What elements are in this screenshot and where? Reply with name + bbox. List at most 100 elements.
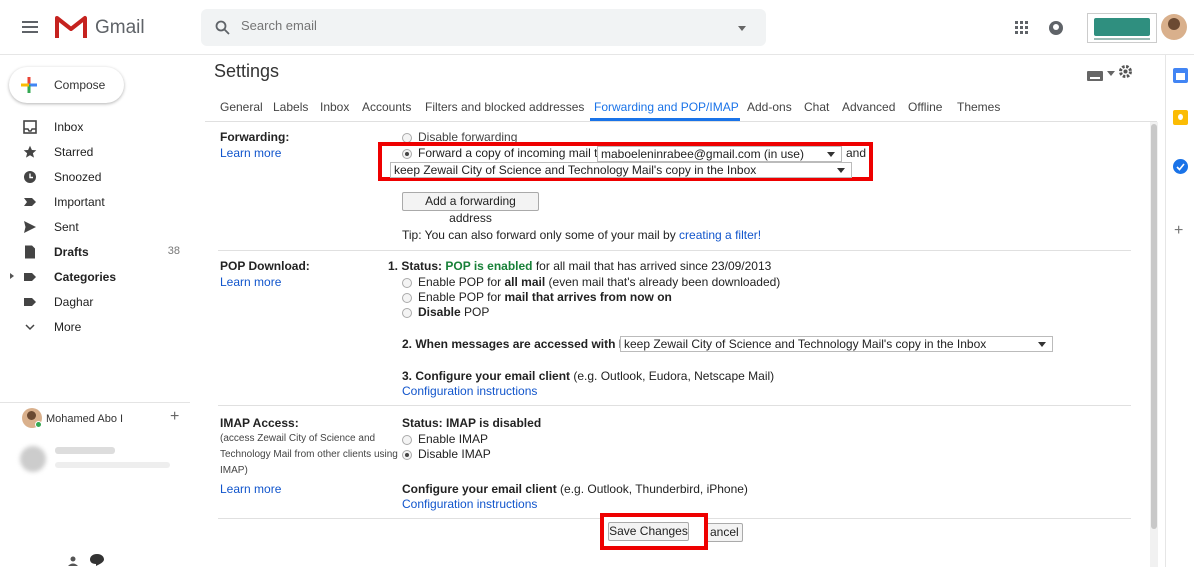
clock-icon — [24, 171, 36, 183]
imap-config-instructions-link[interactable]: Configuration instructions — [402, 497, 537, 511]
chevron-down-icon — [837, 168, 845, 173]
add-forwarding-address-button[interactable]: Add a forwarding address — [402, 192, 539, 225]
search-options-icon[interactable] — [738, 26, 746, 31]
sidebar-item-drafts[interactable]: Drafts 38 — [0, 240, 190, 265]
opt-bold: mail that arrives from now on — [504, 290, 672, 304]
search-bar[interactable] — [201, 9, 766, 46]
sidebar-item-label: Inbox — [54, 120, 84, 134]
pop-status-suffix: for all mail that has arrived since 23/0… — [532, 259, 772, 273]
label-icon — [24, 273, 36, 281]
hangouts-user-name[interactable]: Mohamed Abo I — [46, 413, 123, 425]
pop-from-now-radio[interactable] — [402, 293, 412, 303]
sidebar-item-inbox[interactable]: Inbox — [0, 115, 190, 140]
imap-subtext: Technology Mail from other clients using — [220, 449, 398, 460]
tab-themes[interactable]: Themes — [957, 100, 1000, 114]
tabs-divider — [205, 121, 1157, 122]
drafts-count: 38 — [167, 245, 180, 257]
search-icon[interactable] — [215, 20, 230, 35]
save-changes-button[interactable]: Save Changes — [608, 522, 689, 541]
pop-configure-text: 3. Configure your email client (e.g. Out… — [402, 369, 774, 383]
pop-status-prefix: 1. Status: — [388, 259, 446, 273]
add-addon-icon[interactable]: + — [1174, 222, 1183, 240]
tab-offline[interactable]: Offline — [908, 100, 942, 114]
expand-arrow-icon[interactable] — [10, 273, 14, 279]
pop-all-mail-radio[interactable] — [402, 278, 412, 288]
tab-labels[interactable]: Labels — [273, 100, 308, 114]
sidebar-item-important[interactable]: Important — [0, 190, 190, 215]
account-avatar[interactable] — [1161, 14, 1187, 40]
sidebar-item-daghar[interactable]: Daghar — [0, 290, 190, 315]
opt-suffix: POP — [460, 305, 490, 319]
chevron-down-icon — [1038, 342, 1046, 347]
cancel-button[interactable]: ancel — [705, 523, 743, 542]
gear-icon[interactable] — [1118, 64, 1133, 84]
gmail-logo-icon[interactable] — [55, 14, 87, 45]
input-tools-dropdown-icon[interactable] — [1107, 71, 1115, 76]
pop-learn-more-link[interactable]: Learn more — [220, 275, 281, 289]
tab-filters[interactable]: Filters and blocked addresses — [425, 100, 584, 114]
keep-icon[interactable] — [1173, 110, 1188, 125]
forwarding-heading: Forwarding: — [220, 130, 290, 144]
hangouts-avatar[interactable] — [22, 408, 42, 428]
calendar-icon[interactable] — [1173, 68, 1188, 83]
hangouts-icon[interactable] — [90, 554, 104, 566]
forward-address-value: maboeleninrabee@gmail.com (in use) — [601, 147, 804, 161]
organization-logo[interactable] — [1087, 13, 1157, 43]
enable-imap-label: Enable IMAP — [418, 432, 489, 446]
forward-address-select[interactable]: maboeleninrabee@gmail.com (in use) — [597, 146, 842, 162]
sidebar-item-snoozed[interactable]: Snoozed — [0, 165, 190, 190]
create-filter-link[interactable]: creating a filter! — [679, 228, 761, 242]
tab-general[interactable]: General — [220, 100, 263, 114]
apps-grid-icon[interactable] — [1015, 21, 1029, 35]
sidebar-item-more[interactable]: More — [0, 315, 190, 340]
sidebar-divider — [0, 402, 190, 403]
pop-heading: POP Download: — [220, 259, 310, 273]
tasks-icon[interactable] — [1173, 159, 1188, 174]
tab-advanced[interactable]: Advanced — [842, 100, 895, 114]
pop-disable-radio[interactable] — [402, 308, 412, 318]
app-title: Gmail — [95, 17, 145, 38]
sidebar-item-label: Sent — [54, 220, 79, 234]
add-hangout-icon[interactable]: + — [170, 408, 179, 426]
label-icon — [24, 298, 36, 306]
forwarding-tip: Tip: You can also forward only some of y… — [402, 228, 761, 242]
search-input[interactable] — [241, 18, 701, 33]
important-icon — [24, 198, 36, 206]
enable-imap-radio[interactable] — [402, 435, 412, 445]
notifications-icon[interactable] — [1048, 20, 1064, 41]
pop-disable-label: Disable POP — [418, 305, 489, 319]
sidebar-item-categories[interactable]: Categories — [0, 265, 190, 290]
sidebar-item-starred[interactable]: Starred — [0, 140, 190, 165]
tab-accounts[interactable]: Accounts — [362, 100, 411, 114]
scrollbar-thumb[interactable] — [1151, 124, 1157, 529]
imap-subtext: IMAP) — [220, 465, 248, 476]
chevron-down-icon — [25, 324, 35, 331]
chevron-down-icon — [827, 152, 835, 157]
tab-inbox[interactable]: Inbox — [320, 100, 349, 114]
tab-chat[interactable]: Chat — [804, 100, 829, 114]
main-menu-icon[interactable] — [22, 21, 38, 36]
compose-button[interactable]: Compose — [9, 67, 124, 103]
forward-copy-label: Forward a copy of incoming mail to — [418, 146, 605, 160]
person-icon[interactable] — [66, 556, 80, 566]
tab-forwarding-pop-imap[interactable]: Forwarding and POP/IMAP — [594, 100, 739, 114]
pop-config-instructions-link[interactable]: Configuration instructions — [402, 384, 537, 398]
configure-bold: 3. Configure your email client — [402, 369, 571, 383]
opt-prefix: Enable POP for — [418, 290, 505, 304]
sidebar-item-sent[interactable]: Sent — [0, 215, 190, 240]
contact-avatar[interactable] — [20, 446, 46, 472]
imap-learn-more-link[interactable]: Learn more — [220, 482, 281, 496]
disable-imap-radio[interactable] — [402, 450, 412, 460]
tab-add-ons[interactable]: Add-ons — [747, 100, 792, 114]
forward-keep-select[interactable]: keep Zewail City of Science and Technolo… — [390, 162, 852, 178]
opt-suffix: (even mail that's already been downloade… — [545, 275, 781, 289]
tip-text: Tip: You can also forward only some of y… — [402, 228, 680, 242]
pop-when-select[interactable]: keep Zewail City of Science and Technolo… — [620, 336, 1053, 352]
sidebar-item-label: Snoozed — [54, 170, 102, 184]
forward-copy-radio[interactable] — [402, 149, 412, 159]
forwarding-learn-more-link[interactable]: Learn more — [220, 146, 281, 160]
imap-status: Status: IMAP is disabled — [402, 416, 542, 430]
keyboard-icon[interactable] — [1087, 68, 1103, 86]
page-title: Settings — [214, 61, 280, 81]
configure-bold: Configure your email client — [402, 482, 557, 496]
